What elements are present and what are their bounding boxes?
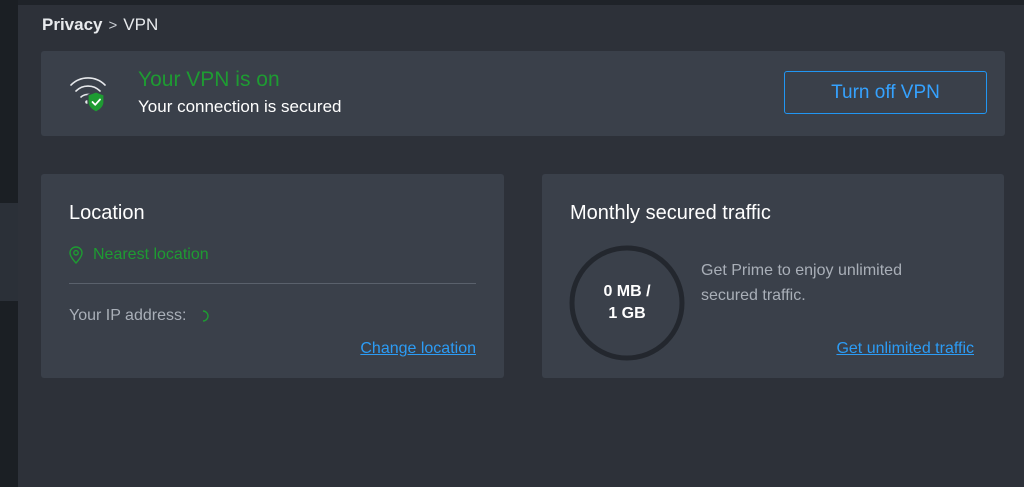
change-location-link[interactable]: Change location [360, 340, 476, 358]
vpn-page: Privacy > VPN Your VPN is on Your connec… [18, 0, 1024, 487]
traffic-limit: 1 GB [608, 305, 646, 322]
location-card: Location Nearest location Your IP addres… [41, 174, 504, 378]
turn-off-vpn-button[interactable]: Turn off VPN [784, 71, 987, 114]
traffic-usage-text: 0 MB / 1 GB [568, 244, 686, 362]
prime-promo-text: Get Prime to enjoy unlimited secured tra… [701, 262, 902, 304]
current-location: Nearest location [69, 246, 209, 264]
location-pin-icon [69, 246, 83, 264]
left-rail [0, 0, 18, 487]
breadcrumb-vpn: VPN [123, 15, 159, 34]
get-unlimited-traffic-link[interactable]: Get unlimited traffic [836, 340, 974, 358]
breadcrumb-separator: > [108, 16, 118, 34]
top-border [18, 0, 1024, 5]
traffic-card: Monthly secured traffic 0 MB / 1 GB Get … [542, 174, 1004, 378]
ip-address-row: Your IP address: [69, 307, 210, 325]
loading-spinner-icon [203, 310, 210, 322]
wifi-shield-icon [70, 77, 106, 113]
traffic-title: Monthly secured traffic [570, 202, 771, 224]
breadcrumb: Privacy > VPN [42, 15, 158, 35]
vpn-status-title: Your VPN is on [138, 68, 280, 91]
vpn-status-subtitle: Your connection is secured [138, 97, 342, 116]
current-location-label: Nearest location [93, 246, 209, 263]
traffic-used: 0 MB / [603, 283, 651, 300]
ip-address-label: Your IP address: [69, 307, 187, 324]
sidebar-edge [0, 203, 18, 301]
breadcrumb-privacy[interactable]: Privacy [42, 15, 103, 35]
divider [69, 283, 476, 284]
vpn-status-card: Your VPN is on Your connection is secure… [41, 51, 1005, 136]
location-title: Location [69, 202, 145, 224]
